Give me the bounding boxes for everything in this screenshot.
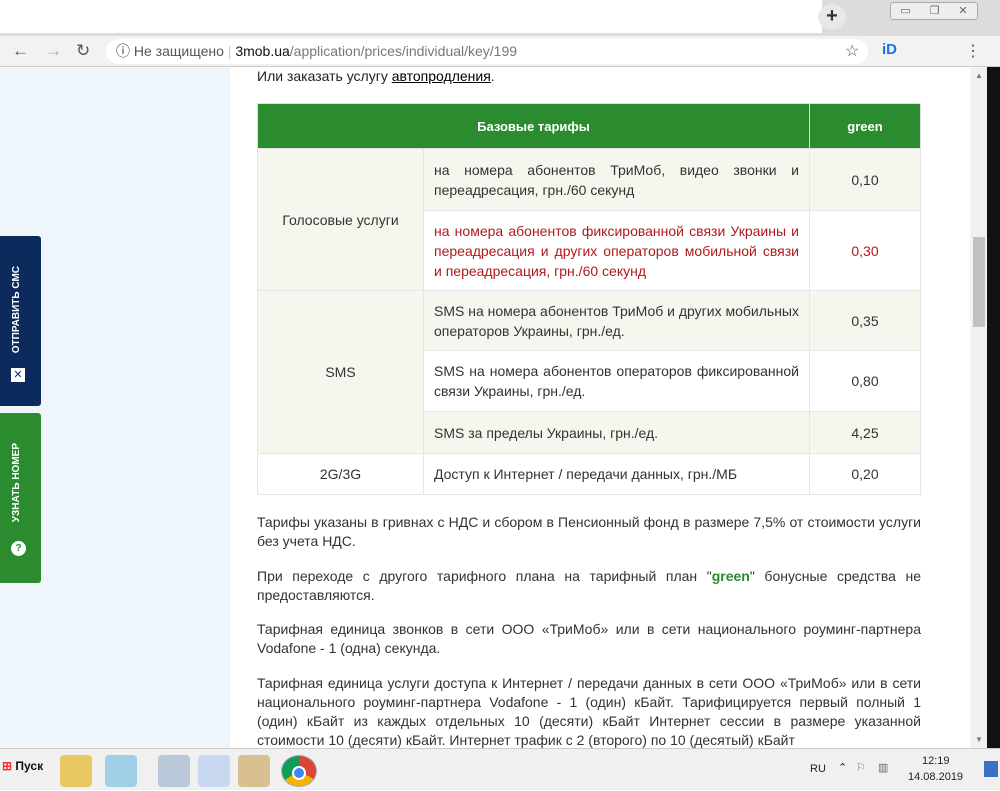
network-icon[interactable]: ▥ (878, 761, 888, 774)
window-controls: ▭ ❐ ✕ (890, 2, 978, 20)
intro-text: Или заказать услугу автопродления. (257, 68, 495, 84)
security-label: Не защищено (133, 43, 224, 59)
menu-icon[interactable]: ⋮ (965, 41, 981, 61)
chrome-icon[interactable] (281, 755, 317, 787)
explorer-icon[interactable] (60, 755, 92, 787)
scrollbar-thumb[interactable] (973, 237, 985, 327)
find-number-button[interactable]: УЗНАТЬ НОМЕР ? (0, 413, 41, 583)
calculator-icon[interactable] (158, 755, 190, 787)
scroll-down-icon[interactable]: ▼ (975, 735, 983, 744)
new-tab-button[interactable]: + (818, 4, 846, 30)
desc-cell: на номера абонентов ТриМоб, видео звонки… (423, 148, 810, 211)
value-cell: 0,10 (809, 148, 921, 211)
restore-icon[interactable]: ❐ (930, 3, 940, 19)
show-desktop-button[interactable] (984, 761, 998, 777)
minimize-icon[interactable]: ▭ (900, 3, 910, 19)
category-cell: 2G/3G (257, 453, 424, 495)
url-path: /application/prices/individual/key/199 (289, 43, 518, 59)
language-indicator[interactable]: RU (810, 763, 826, 775)
bonus-note-a: При переходе с другого тарифного плана н… (257, 568, 712, 584)
header-base-tariffs: Базовые тарифы (257, 103, 810, 149)
value-cell: 0,20 (809, 453, 921, 495)
scrollbar[interactable]: ▲ ▼ (971, 67, 987, 748)
value-cell: 0,30 (809, 210, 921, 291)
tab-bar: + ▭ ❐ ✕ (0, 0, 1000, 36)
table-row: 2G/3G Доступ к Интернет / передачи данны… (257, 453, 921, 495)
extension-icon[interactable]: iD (882, 41, 897, 58)
table-row: Голосовые услуги на номера абонентов Три… (257, 148, 921, 291)
value-cell: 0,35 (809, 290, 921, 351)
envelope-icon: ✕ (11, 368, 25, 382)
scroll-up-icon[interactable]: ▲ (975, 71, 983, 80)
reload-icon[interactable]: ↻ (76, 41, 90, 61)
start-button[interactable]: ⊞ Пуск (2, 759, 43, 773)
wordpad-icon[interactable] (198, 755, 230, 787)
paint-icon[interactable] (238, 755, 270, 787)
tariff-table: Базовые тарифы green Голосовые услуги на… (257, 103, 921, 495)
category-cell: SMS (257, 290, 424, 454)
desc-cell: SMS на номера абонентов операторов фикси… (423, 350, 810, 412)
url-domain: 3mob.ua (235, 43, 290, 59)
find-number-label: УЗНАТЬ НОМЕР (11, 443, 22, 523)
page-content: Или заказать услугу автопродления. Базов… (230, 67, 970, 748)
url-input[interactable]: ⓘ Не защищено | 3mob.ua/application/pric… (106, 39, 868, 64)
desc-cell: SMS за пределы Украины, грн./ед. (423, 411, 810, 454)
back-icon[interactable]: ← (12, 41, 29, 61)
send-sms-label: ОТПРАВИТЬ СМС (11, 266, 22, 354)
autorenew-link[interactable]: автопродления (392, 68, 491, 84)
intro-label: Или заказать услугу (257, 68, 392, 84)
table-row: SMS SMS на номера абонентов ТриМоб и дру… (257, 290, 921, 454)
forward-icon[interactable]: → (45, 41, 62, 61)
call-unit-note: Тарифная единица звонков в сети ООО «Три… (257, 621, 921, 656)
clock-time[interactable]: 12:19 (922, 755, 950, 767)
left-panel (0, 67, 230, 748)
bonus-note: При переходе с другого тарифного плана н… (257, 567, 921, 605)
info-icon[interactable]: ⓘ (116, 43, 130, 59)
clock-date[interactable]: 14.08.2019 (908, 771, 963, 783)
flag-icon[interactable]: ⚐ (856, 761, 866, 774)
desc-cell: на номера абонентов фиксированной связи … (423, 210, 810, 291)
taskbar: ⊞ Пуск RU ⌃ ⚐ ▥ 12:19 14.08.2019 (0, 748, 1000, 790)
screen-edge (987, 67, 1000, 748)
value-cell: 4,25 (809, 411, 921, 454)
tray-expand-icon[interactable]: ⌃ (838, 761, 847, 774)
value-cell: 0,80 (809, 350, 921, 412)
desc-cell: Доступ к Интернет / передачи данных, грн… (423, 453, 810, 495)
plan-name: green (711, 568, 750, 584)
header-plan: green (809, 103, 921, 149)
windows-logo-icon: ⊞ (2, 759, 13, 773)
notepad-icon[interactable] (105, 755, 137, 787)
start-label: Пуск (15, 759, 44, 773)
close-icon[interactable]: ✕ (958, 3, 967, 19)
vat-note: Тарифы указаны в гривнах с НДС и сбором … (257, 514, 921, 549)
bookmark-star-icon[interactable]: ☆ (845, 41, 859, 61)
address-bar-row: ← → ↻ ⓘ Не защищено | 3mob.ua/applicatio… (0, 36, 1000, 67)
desc-cell: SMS на номера абонентов ТриМоб и других … (423, 290, 810, 351)
data-unit-note: Тарифная единица услуги доступа к Интерн… (257, 675, 921, 748)
send-sms-button[interactable]: ОТПРАВИТЬ СМС ✕ (0, 236, 41, 406)
question-icon: ? (11, 541, 26, 556)
tab-strip[interactable] (0, 0, 822, 33)
category-cell: Голосовые услуги (257, 148, 424, 291)
intro-end: . (490, 68, 495, 84)
